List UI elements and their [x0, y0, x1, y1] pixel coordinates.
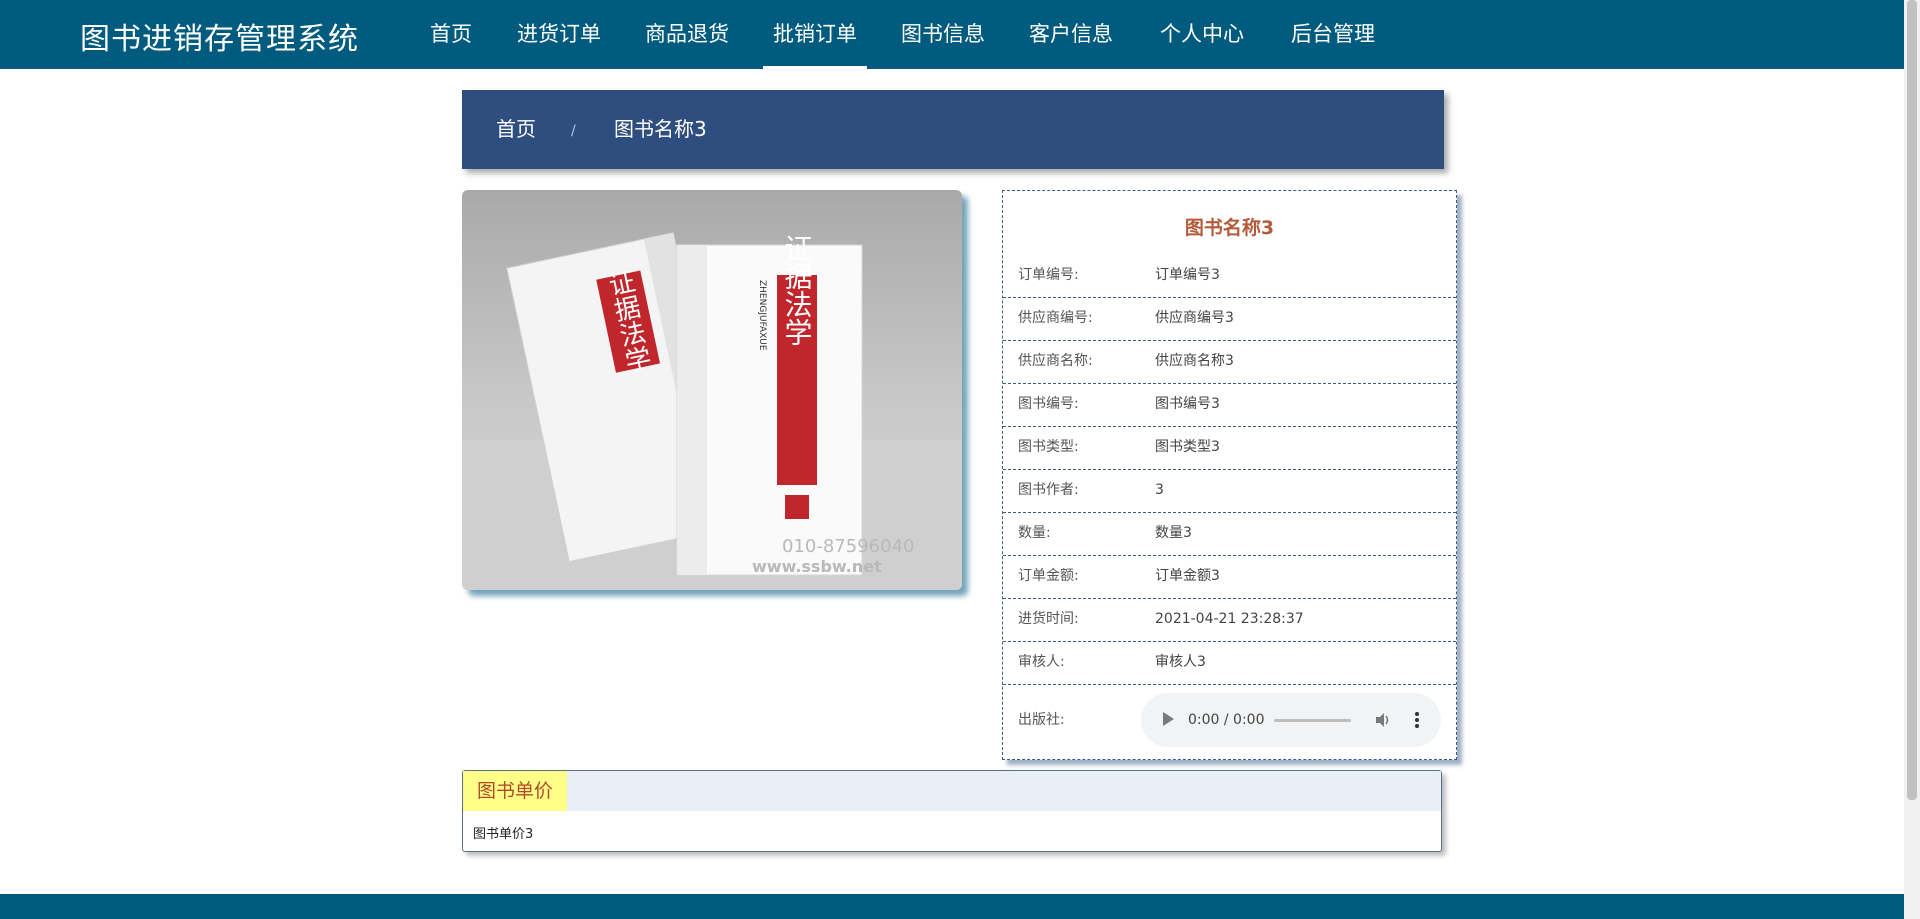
detail-row-supplier-name: 供应商名称: 供应商名称3 [1003, 340, 1456, 384]
breadcrumb: 首页 / 图书名称3 [462, 90, 1444, 169]
front-book: 证据法学 ZHENGJUFAXUE [676, 234, 863, 576]
detail-label: 数量: [1018, 525, 1051, 541]
scrollbar-thumb[interactable] [1907, 0, 1917, 800]
price-section: 图书单价 图书单价3 [462, 770, 1442, 852]
publisher-logo [785, 495, 809, 519]
front-book-pinyin: ZHENGJUFAXUE [757, 280, 767, 351]
more-options-icon[interactable] [1414, 710, 1420, 730]
nav-item-wholesale-orders[interactable]: 批销订单 [763, 0, 867, 69]
top-navigation-bar: 图书进销存管理系统 首页 进货订单 商品退货 批销订单 图书信息 客户信息 个人… [0, 0, 1904, 69]
book-detail-panel: 图书名称3 订单编号: 订单编号3 供应商编号: 供应商编号3 供应商名称: 供… [1002, 190, 1457, 760]
detail-row-order-number: 订单编号: 订单编号3 [1003, 254, 1456, 298]
detail-value: 图书编号3 [1155, 396, 1220, 412]
nav-item-home[interactable]: 首页 [430, 0, 472, 69]
audio-time: 0:00 / 0:00 [1188, 712, 1265, 728]
detail-value: 供应商名称3 [1155, 353, 1234, 369]
detail-value: 图书类型3 [1155, 439, 1220, 455]
detail-row-quantity: 数量: 数量3 [1003, 512, 1456, 556]
detail-label: 订单金额: [1018, 568, 1079, 584]
detail-row-purchase-time: 进货时间: 2021-04-21 23:28:37 [1003, 598, 1456, 642]
nav-item-customer-info[interactable]: 客户信息 [1029, 0, 1113, 69]
detail-label: 订单编号: [1018, 267, 1079, 283]
nav-item-returns[interactable]: 商品退货 [645, 0, 729, 69]
detail-label: 供应商名称: [1018, 353, 1093, 369]
nav-item-purchase-orders[interactable]: 进货订单 [517, 0, 601, 69]
detail-label: 图书作者: [1018, 482, 1079, 498]
audio-progress-slider[interactable] [1274, 719, 1351, 722]
price-section-header: 图书单价 [463, 771, 1441, 811]
detail-row-publisher: 出版社: 0:00 / 0:00 [1003, 684, 1456, 756]
detail-row-supplier-number: 供应商编号: 供应商编号3 [1003, 297, 1456, 341]
footer-bar [0, 894, 1904, 919]
nav-item-personal-center[interactable]: 个人中心 [1160, 0, 1244, 69]
detail-row-order-amount: 订单金额: 订单金额3 [1003, 555, 1456, 599]
detail-value: 订单编号3 [1155, 267, 1220, 283]
book-price-value: 图书单价3 [473, 827, 534, 842]
detail-label: 图书编号: [1018, 396, 1079, 412]
detail-value: 3 [1155, 482, 1164, 498]
detail-row-reviewer: 审核人: 审核人3 [1003, 641, 1456, 685]
nav-item-admin[interactable]: 后台管理 [1291, 0, 1375, 69]
nav-item-book-info[interactable]: 图书信息 [901, 0, 985, 69]
app-title: 图书进销存管理系统 [80, 22, 359, 57]
breadcrumb-current: 图书名称3 [614, 117, 707, 141]
detail-label: 出版社: [1018, 712, 1065, 728]
detail-row-book-number: 图书编号: 图书编号3 [1003, 383, 1456, 427]
detail-value: 2021-04-21 23:28:37 [1155, 611, 1304, 627]
detail-label: 审核人: [1018, 654, 1065, 670]
detail-value: 订单金额3 [1155, 568, 1220, 584]
detail-label: 供应商编号: [1018, 310, 1093, 326]
detail-value: 供应商编号3 [1155, 310, 1234, 326]
book-title: 图书名称3 [1184, 217, 1275, 239]
detail-row-book-type: 图书类型: 图书类型3 [1003, 426, 1456, 470]
breadcrumb-home-link[interactable]: 首页 [496, 90, 536, 169]
detail-value: 审核人3 [1155, 654, 1206, 670]
page-scrollbar[interactable] [1904, 0, 1920, 919]
breadcrumb-separator: / [571, 123, 576, 139]
tab-book-price[interactable]: 图书单价 [463, 771, 568, 811]
volume-icon[interactable] [1373, 710, 1393, 730]
detail-label: 图书类型: [1018, 439, 1079, 455]
watermark-phone: 010-87596040 [782, 536, 914, 557]
detail-value: 数量3 [1155, 525, 1192, 541]
publisher-audio-player[interactable]: 0:00 / 0:00 [1141, 693, 1441, 747]
play-icon[interactable] [1163, 712, 1174, 726]
front-book-title: 证据法学 [781, 234, 814, 346]
watermark-url: www.ssbw.net [752, 557, 882, 576]
detail-label: 进货时间: [1018, 611, 1079, 627]
book-cover-image: 证据法学 证据法学 ZHENGJUFAXUE 010-87596040 www.… [462, 190, 962, 590]
detail-row-book-author: 图书作者: 3 [1003, 469, 1456, 513]
book-cover-illustration: 证据法学 证据法学 ZHENGJUFAXUE 010-87596040 www.… [462, 232, 962, 590]
